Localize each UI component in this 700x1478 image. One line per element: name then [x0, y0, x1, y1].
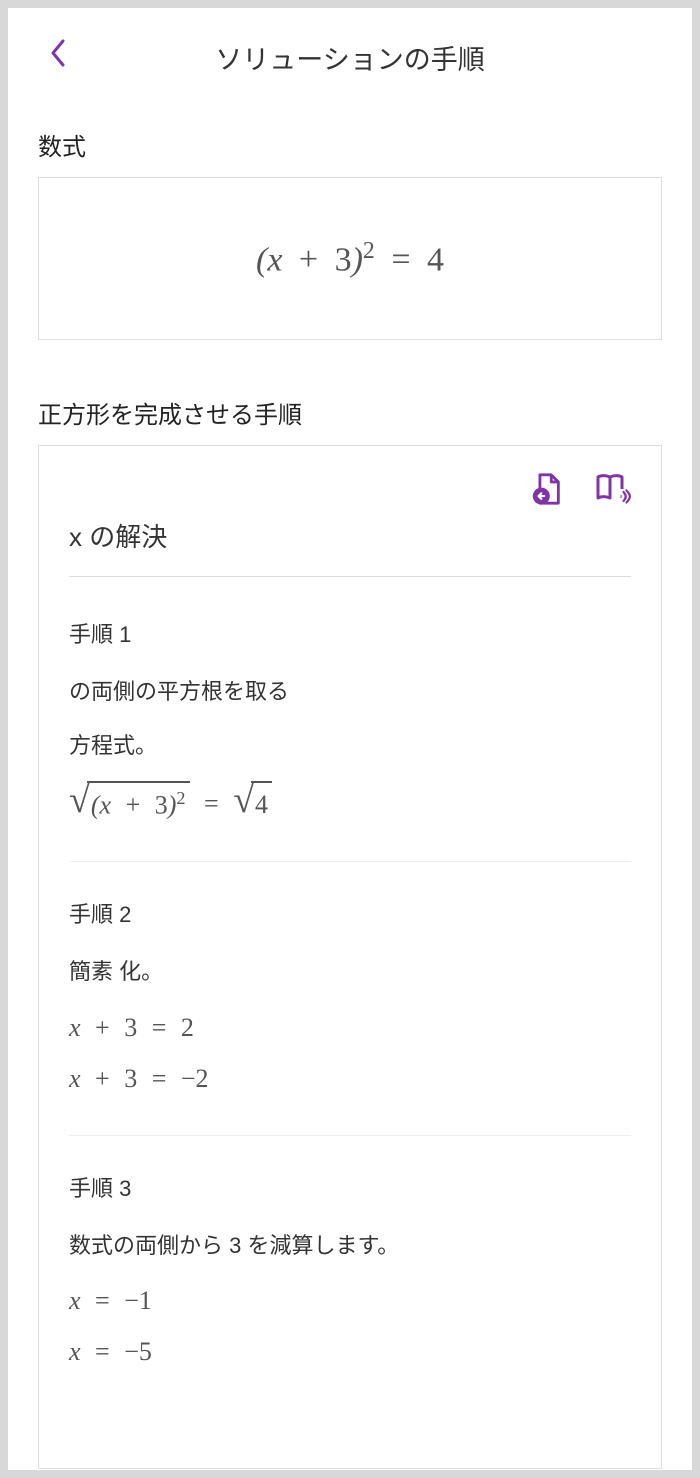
equation-label: 数式	[38, 127, 662, 162]
step-description: 方程式。	[69, 728, 631, 763]
card-actions	[69, 471, 631, 507]
step-math: √ (x + 3)2 = √ 4	[69, 781, 631, 825]
step-number: 手順 2	[69, 897, 631, 929]
equation-display: (x + 3)2 = 4	[59, 238, 641, 279]
step-description: 数式の両側から 3 を減算します。	[69, 1228, 631, 1263]
header: ソリューションの手順	[38, 28, 662, 77]
step-number: 手順 1	[69, 617, 631, 649]
equation-box: (x + 3)2 = 4	[38, 177, 662, 340]
step-math: x = −1	[69, 1281, 631, 1320]
step-3: 手順 3 数式の両側から 3 を減算します。 x = −1 x = −5	[69, 1171, 631, 1408]
step-description: 簡素 化。	[69, 954, 631, 989]
solve-title: x の解決	[69, 517, 631, 577]
steps-label: 正方形を完成させる手順	[38, 395, 662, 430]
step-math: x + 3 = 2	[69, 1008, 631, 1047]
document-back-icon	[530, 472, 564, 506]
step-2: 手順 2 簡素 化。 x + 3 = 2 x + 3 = −2	[69, 897, 631, 1135]
read-aloud-button[interactable]	[595, 471, 631, 507]
back-button[interactable]	[38, 33, 78, 73]
step-number: 手順 3	[69, 1171, 631, 1203]
page-title: ソリューションの手順	[215, 38, 484, 77]
step-math: x = −5	[69, 1332, 631, 1371]
copy-to-page-button[interactable]	[529, 471, 565, 507]
step-1: 手順 1 の両側の平方根を取る 方程式。 √ (x + 3)2 = √ 4	[69, 617, 631, 862]
step-math: x + 3 = −2	[69, 1059, 631, 1098]
solution-panel: ソリューションの手順 数式 (x + 3)2 = 4 正方形を完成させる手順	[8, 8, 692, 1470]
chevron-left-icon	[48, 38, 68, 68]
book-audio-icon	[595, 471, 631, 507]
step-description: の両側の平方根を取る	[69, 674, 631, 709]
steps-card: x の解決 手順 1 の両側の平方根を取る 方程式。 √ (x + 3)2 = …	[38, 445, 662, 1468]
